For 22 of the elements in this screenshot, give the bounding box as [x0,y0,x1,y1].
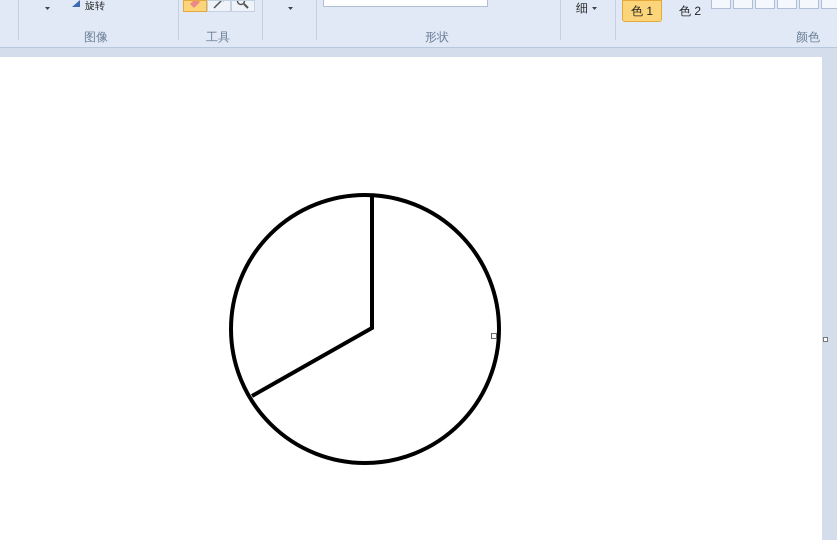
group-label: 图像 [84,30,108,44]
shapes-gallery[interactable] [323,0,488,7]
resize-handle[interactable] [491,333,497,339]
dropdown-arrow-icon [592,6,597,10]
color-swatch[interactable] [777,0,797,9]
color-swatch[interactable] [799,0,819,9]
group-label: 形状 [425,30,449,44]
tool-button[interactable] [231,0,255,12]
tool-button[interactable] [207,0,231,12]
color-button[interactable]: 色 1 [622,0,662,22]
size-button[interactable]: 细 [576,1,597,15]
group-label: 颜色 [796,30,820,44]
canvas-resize-handle[interactable] [823,337,828,342]
rotate-label[interactable]: 旋转 [85,1,105,12]
dropdown-arrow-icon[interactable] [45,7,50,10]
group-label: 工具 [206,30,230,44]
color-swatch[interactable] [755,0,775,9]
color-swatch[interactable] [733,0,753,9]
search-icon [235,1,251,11]
color-swatch[interactable] [711,0,731,9]
dropdown-arrow-icon[interactable] [288,7,293,10]
color-button[interactable]: 色 2 [670,0,710,22]
